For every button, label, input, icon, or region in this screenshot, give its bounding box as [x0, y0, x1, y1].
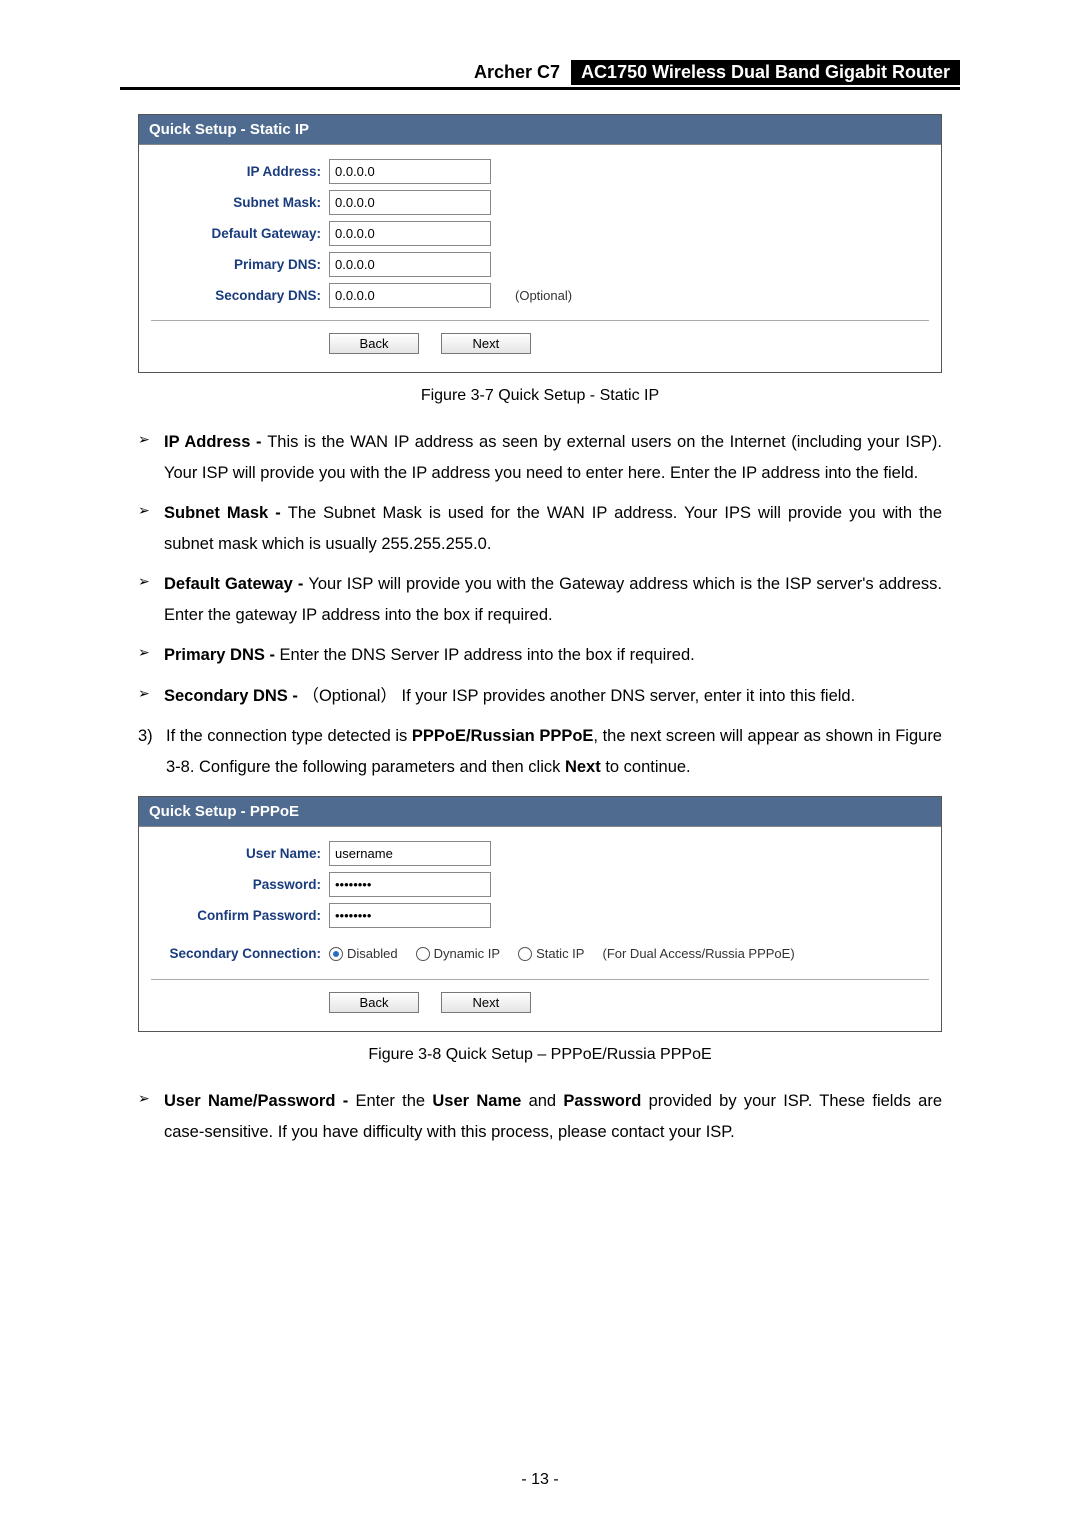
pppoe-panel-title: Quick Setup - PPPoE	[139, 797, 941, 826]
radio-disabled-label: Disabled	[347, 946, 398, 961]
page-number: - 13 -	[0, 1471, 1080, 1489]
bullet-secondary-dns: Secondary DNS - （Optional） If your ISP p…	[164, 681, 942, 712]
bullet-up-user: User Name	[432, 1092, 521, 1110]
bullet-secondary-dns-strong: Secondary DNS -	[164, 687, 302, 705]
radio-static-ip[interactable]: Static IP	[518, 946, 584, 961]
next-button[interactable]: Next	[441, 992, 531, 1013]
pppoe-bullets: User Name/Password - Enter the User Name…	[120, 1086, 960, 1147]
username-row: User Name:	[151, 841, 929, 866]
radio-icon	[329, 947, 343, 961]
pppoe-panel: Quick Setup - PPPoE User Name: Password:…	[138, 796, 942, 1032]
radio-dynamic-ip[interactable]: Dynamic IP	[416, 946, 500, 961]
step-3-next-strong: Next	[565, 758, 601, 776]
bullet-subnet-mask: Subnet Mask - The Subnet Mask is used fo…	[164, 498, 942, 559]
bullet-default-gateway-strong: Default Gateway -	[164, 575, 308, 593]
radio-disabled[interactable]: Disabled	[329, 946, 398, 961]
password-row: Password:	[151, 872, 929, 897]
secondary-dns-input[interactable]	[329, 283, 491, 308]
step-3-strong: PPPoE/Russian PPPoE	[412, 727, 594, 745]
optional-note: (Optional)	[515, 288, 572, 303]
bullet-primary-dns-strong: Primary DNS -	[164, 646, 280, 664]
secondary-connection-radios: Disabled Dynamic IP Static IP (For Dual …	[329, 946, 795, 961]
radio-static-label: Static IP	[536, 946, 584, 961]
subnet-mask-input[interactable]	[329, 190, 491, 215]
back-button[interactable]: Back	[329, 333, 419, 354]
bullet-ip-address-text: This is the WAN IP address as seen by ex…	[164, 433, 942, 482]
bullet-primary-dns: Primary DNS - Enter the DNS Server IP ad…	[164, 640, 942, 671]
secondary-connection-row: Secondary Connection: Disabled Dynamic I…	[151, 946, 929, 961]
bullet-up-and: and	[521, 1092, 563, 1110]
step-3-tail: to continue.	[601, 758, 691, 776]
page-header: Archer C7 AC1750 Wireless Dual Band Giga…	[120, 60, 960, 90]
radio-note: (For Dual Access/Russia PPPoE)	[602, 946, 794, 961]
password-input[interactable]	[329, 872, 491, 897]
bullet-user-password: User Name/Password - Enter the User Name…	[164, 1086, 942, 1147]
ip-address-row: IP Address:	[151, 159, 929, 184]
radio-dynamic-label: Dynamic IP	[434, 946, 500, 961]
secondary-dns-row: Secondary DNS: (Optional)	[151, 283, 929, 308]
static-ip-bullets: IP Address - This is the WAN IP address …	[120, 427, 960, 711]
username-label: User Name:	[151, 846, 329, 861]
back-button[interactable]: Back	[329, 992, 419, 1013]
bullet-primary-dns-text: Enter the DNS Server IP address into the…	[280, 646, 695, 664]
step-3: 3) If the connection type detected is PP…	[138, 721, 942, 782]
subnet-mask-row: Subnet Mask:	[151, 190, 929, 215]
password-label: Password:	[151, 877, 329, 892]
bullet-secondary-dns-text: If your ISP provides another DNS server,…	[397, 687, 855, 705]
bullet-ip-address-strong: IP Address -	[164, 433, 267, 451]
radio-icon	[518, 947, 532, 961]
username-input[interactable]	[329, 841, 491, 866]
header-model: Archer C7	[468, 60, 566, 85]
static-ip-panel-title: Quick Setup - Static IP	[139, 115, 941, 144]
step-3-number: 3)	[138, 721, 166, 782]
secondary-connection-label: Secondary Connection:	[151, 946, 329, 961]
ip-address-label: IP Address:	[151, 164, 329, 179]
bullet-up-pwd: Password	[563, 1092, 641, 1110]
primary-dns-row: Primary DNS:	[151, 252, 929, 277]
ip-address-input[interactable]	[329, 159, 491, 184]
default-gateway-label: Default Gateway:	[151, 226, 329, 241]
bullet-default-gateway: Default Gateway - Your ISP will provide …	[164, 569, 942, 630]
figure-3-8-caption: Figure 3-8 Quick Setup – PPPoE/Russia PP…	[120, 1046, 960, 1064]
bullet-up-pre: Enter the	[355, 1092, 432, 1110]
primary-dns-input[interactable]	[329, 252, 491, 277]
bullet-ip-address: IP Address - This is the WAN IP address …	[164, 427, 942, 488]
radio-icon	[416, 947, 430, 961]
confirm-password-row: Confirm Password:	[151, 903, 929, 928]
step-3-pre: If the connection type detected is	[166, 727, 412, 745]
bullet-up-strong: User Name/Password -	[164, 1092, 355, 1110]
bullet-secondary-dns-opt: （Optional）	[302, 687, 396, 705]
static-ip-panel: Quick Setup - Static IP IP Address: Subn…	[138, 114, 942, 373]
figure-3-7-caption: Figure 3-7 Quick Setup - Static IP	[120, 387, 960, 405]
confirm-password-label: Confirm Password:	[151, 908, 329, 923]
default-gateway-input[interactable]	[329, 221, 491, 246]
default-gateway-row: Default Gateway:	[151, 221, 929, 246]
next-button[interactable]: Next	[441, 333, 531, 354]
secondary-dns-label: Secondary DNS:	[151, 288, 329, 303]
confirm-password-input[interactable]	[329, 903, 491, 928]
subnet-mask-label: Subnet Mask:	[151, 195, 329, 210]
bullet-subnet-mask-strong: Subnet Mask -	[164, 504, 288, 522]
primary-dns-label: Primary DNS:	[151, 257, 329, 272]
header-product: AC1750 Wireless Dual Band Gigabit Router	[571, 60, 960, 85]
